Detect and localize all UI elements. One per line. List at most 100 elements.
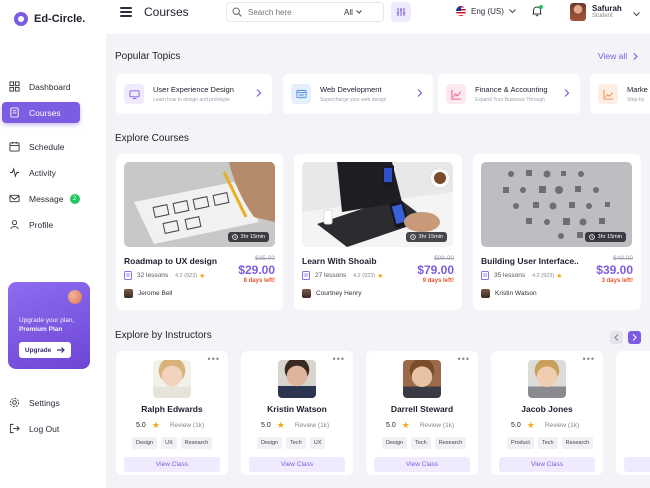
chevron-down-icon bbox=[356, 10, 362, 14]
arrow-right-icon bbox=[57, 347, 66, 353]
course-price: $29.00 bbox=[238, 263, 275, 277]
course-instructor: Courtney Henry bbox=[302, 289, 362, 298]
course-rating: 4.2 (923) ★ bbox=[353, 272, 383, 280]
duration-value: 3hr 15min bbox=[418, 234, 443, 240]
chevron-right-icon bbox=[417, 89, 423, 97]
user-avatar[interactable] bbox=[570, 3, 586, 21]
instructor-photo bbox=[403, 360, 441, 398]
topic-title: Marke bbox=[627, 85, 648, 94]
instructor-tags: Product Tech Research bbox=[507, 437, 594, 449]
instructor-name: Courtney Henry bbox=[316, 290, 362, 297]
chevron-right-icon bbox=[633, 52, 638, 60]
sidebar-item-label: Schedule bbox=[29, 141, 65, 152]
topic-title: Finance & Accounting bbox=[475, 85, 548, 94]
sidebar-item-activity[interactable]: Activity bbox=[2, 162, 80, 183]
tag[interactable]: Research bbox=[561, 437, 594, 449]
duration-badge: 3hr 15min bbox=[405, 232, 447, 242]
more-options-icon[interactable]: ••• bbox=[458, 354, 470, 364]
course-title: Roadmap to UX design bbox=[124, 256, 218, 266]
course-rating: 4.2 (923) ★ bbox=[175, 272, 205, 280]
instructor-rating: 5.0 ★ Review (1k) bbox=[261, 420, 329, 431]
sidebar-item-dashboard[interactable]: Dashboard bbox=[2, 76, 80, 97]
topic-subtitle: Learn how to design and prototype bbox=[153, 97, 230, 103]
sidebar-item-logout[interactable]: Log Out bbox=[2, 418, 80, 439]
view-all-link[interactable]: View all bbox=[598, 51, 638, 61]
course-card[interactable]: 3hr 15min Learn With Shoaib $99.00 $79.0… bbox=[294, 154, 462, 310]
sidebar-item-courses[interactable]: Courses bbox=[2, 102, 80, 123]
course-card[interactable]: 3hr 15min Building User Interface.. $49.… bbox=[473, 154, 641, 310]
course-lessons: 32 lessons bbox=[137, 272, 169, 279]
tag[interactable]: Tech bbox=[411, 437, 431, 449]
sidebar-item-settings[interactable]: Settings bbox=[2, 392, 80, 413]
instructor-avatar bbox=[481, 289, 490, 298]
course-meta: 32 lessons 4.2 (923) ★ bbox=[124, 271, 205, 280]
more-options-icon[interactable]: ••• bbox=[583, 354, 595, 364]
upgrade-button[interactable]: Upgrade bbox=[19, 342, 71, 358]
carousel-prev-button[interactable] bbox=[610, 331, 623, 344]
tag[interactable]: Design bbox=[257, 437, 283, 449]
tag[interactable]: Tech bbox=[286, 437, 306, 449]
search-input[interactable] bbox=[248, 7, 340, 17]
sidebar-item-schedule[interactable]: Schedule bbox=[2, 136, 80, 157]
course-old-price: $99.00 bbox=[434, 255, 454, 262]
tag[interactable]: Product bbox=[507, 437, 534, 449]
chevron-down-icon bbox=[509, 9, 516, 13]
rating-value: 5.0 bbox=[136, 422, 146, 429]
app-logo[interactable]: Ed-Circle. bbox=[14, 12, 85, 26]
instructor-name: Darrell Steward bbox=[390, 404, 454, 414]
course-instructor: Jerome Bell bbox=[124, 289, 172, 298]
topic-card[interactable]: Web Development Supercharge your web des… bbox=[283, 74, 433, 114]
logo-icon bbox=[14, 12, 28, 26]
tag[interactable]: Design bbox=[382, 437, 408, 449]
tag[interactable]: UX bbox=[309, 437, 326, 449]
promo-plan-name: Premium Plan bbox=[19, 326, 63, 333]
instructor-rating: 5.0 ★ Review (1k) bbox=[136, 420, 204, 431]
chart-line-icon bbox=[446, 84, 466, 104]
more-options-icon[interactable]: ••• bbox=[333, 354, 345, 364]
view-class-button[interactable]: View Class bbox=[249, 457, 345, 472]
clock-icon bbox=[588, 234, 595, 240]
course-meta: 27 lessons 4.2 (923) ★ bbox=[302, 271, 383, 280]
tag[interactable]: Design bbox=[132, 437, 158, 449]
tag[interactable]: UX bbox=[161, 437, 177, 449]
user-name: Safurah bbox=[592, 4, 622, 13]
course-lessons: 35 lessons bbox=[494, 272, 526, 279]
clock-icon bbox=[231, 234, 238, 240]
more-options-icon[interactable]: ••• bbox=[208, 354, 220, 364]
view-class-button[interactable]: View Class bbox=[499, 457, 595, 472]
logout-icon bbox=[9, 423, 20, 434]
sidebar: Ed-Circle. Dashboard Courses Schedule Ac… bbox=[0, 0, 106, 488]
view-class-button[interactable]: View Class bbox=[124, 457, 220, 472]
course-title: Building User Interface.. bbox=[481, 256, 579, 266]
sidebar-item-message[interactable]: Message 2 bbox=[2, 188, 80, 209]
upgrade-promo-card: Upgrade your plan, Premium Plan Upgrade bbox=[8, 282, 90, 369]
topic-card[interactable]: Marke Step-by bbox=[590, 74, 650, 114]
tag[interactable]: Tech bbox=[537, 437, 558, 449]
menu-toggle-icon[interactable] bbox=[120, 7, 132, 17]
view-class-button[interactable]: View Class bbox=[374, 457, 470, 472]
topic-card[interactable]: Finance & Accounting Expand Your Busines… bbox=[438, 74, 580, 114]
sidebar-item-profile[interactable]: Profile bbox=[2, 214, 80, 235]
topic-card[interactable]: User Experience Design Learn how to desi… bbox=[116, 74, 272, 114]
search-scope-select[interactable]: All bbox=[344, 8, 362, 17]
language-select[interactable]: Eng (US) bbox=[456, 6, 516, 16]
view-class-button-partial[interactable] bbox=[624, 457, 650, 472]
tag[interactable]: Research bbox=[434, 437, 467, 449]
topic-subtitle: Expand Your Business Through bbox=[475, 97, 545, 103]
filter-button[interactable] bbox=[391, 2, 411, 22]
explore-instructors-title: Explore by Instructors bbox=[115, 330, 212, 341]
tag[interactable]: Research bbox=[180, 437, 213, 449]
rating-value: 4.2 (923) bbox=[175, 272, 198, 279]
sidebar-bottom-nav: Settings Log Out bbox=[0, 392, 80, 444]
view-all-label: View all bbox=[598, 51, 628, 61]
monitor-icon bbox=[124, 84, 144, 104]
rating-value: 4.2 (923) bbox=[353, 272, 376, 279]
search-scope-value: All bbox=[344, 7, 353, 17]
instructor-card: ••• Kristin Watson 5.0 ★ Review (1k) Des… bbox=[241, 351, 353, 475]
user-menu-toggle[interactable] bbox=[629, 8, 643, 20]
instructor-name: Jacob Jones bbox=[521, 404, 573, 414]
carousel-next-button[interactable] bbox=[628, 331, 641, 344]
chevron-right-icon bbox=[256, 89, 262, 97]
sidebar-item-label: Courses bbox=[29, 107, 61, 118]
course-card[interactable]: 3hr 15min Roadmap to UX design $35.00 $2… bbox=[116, 154, 283, 310]
